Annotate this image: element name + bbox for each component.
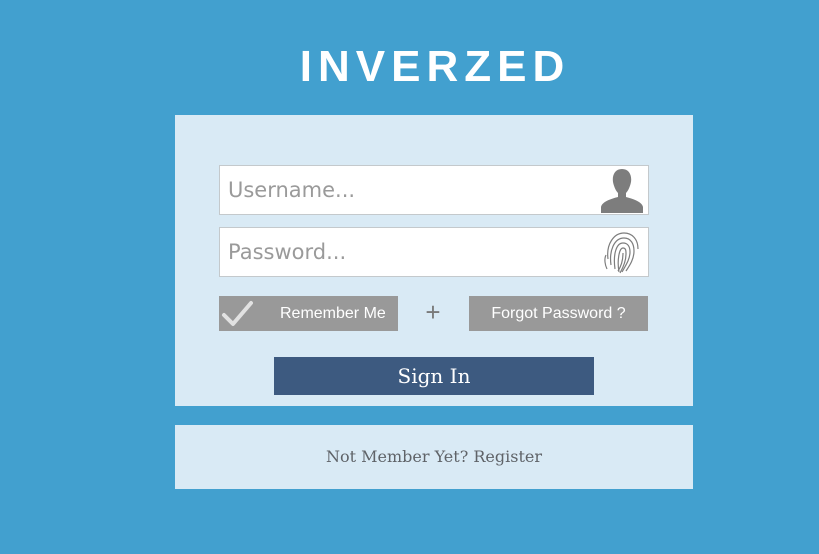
fingerprint-icon: [604, 232, 639, 274]
user-silhouette-icon: [601, 169, 643, 213]
brand-logo: INVERZED: [299, 42, 571, 91]
register-panel: Not Member Yet? Register: [175, 425, 693, 489]
login-card: Remember Me + Forgot Password ? Sign In: [175, 115, 693, 406]
username-input[interactable]: [220, 166, 598, 214]
username-field-box: [219, 165, 649, 215]
plus-icon: +: [425, 297, 441, 327]
sign-in-button[interactable]: Sign In: [274, 357, 594, 395]
checkmark-icon: [222, 301, 253, 326]
password-field-box: [219, 227, 649, 277]
password-input[interactable]: [220, 228, 598, 276]
remember-me-label: Remember Me: [280, 305, 386, 322]
forgot-password-button[interactable]: Forgot Password ?: [469, 296, 648, 331]
forgot-password-label: Forgot Password ?: [491, 305, 626, 322]
register-link[interactable]: Not Member Yet? Register: [326, 447, 542, 466]
remember-me-toggle[interactable]: Remember Me: [219, 296, 398, 331]
